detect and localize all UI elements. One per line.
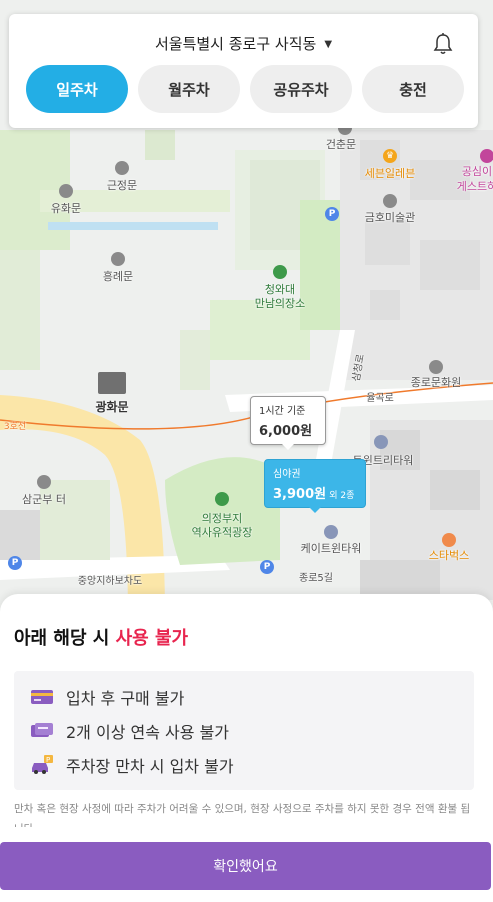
refund-note: 만차 혹은 현장 사정에 따라 주차가 어려울 수 있으며, 현장 사정으로 주…: [14, 803, 471, 827]
convenience-store-icon: ♛: [383, 149, 397, 163]
poi-kt-tower[interactable]: 케이트윈타워: [301, 540, 362, 556]
poi-kumho[interactable]: 금호미술관: [365, 209, 416, 225]
confirm-button[interactable]: 확인했어요: [0, 842, 491, 890]
sheet-title-prefix: 아래 해당 시: [14, 628, 116, 649]
rule-text: 주차장 만차 시 입차 불가: [66, 757, 234, 776]
cafe-icon: [442, 533, 456, 547]
poi-uijeongbu2[interactable]: 역사유적광장: [192, 524, 253, 540]
rule-item: P 주차장 만차 시 입차 불가: [30, 753, 234, 777]
building-icon: [374, 435, 388, 449]
tab-charging[interactable]: 충전: [362, 65, 464, 113]
poi-sarangchae[interactable]: 만남의장소: [255, 295, 306, 311]
palace-gate-icon: [98, 372, 126, 394]
road-jongno5: 종로5길: [299, 573, 333, 584]
rule-item: 2개 이상 연속 사용 불가: [30, 719, 229, 743]
building-icon: [324, 525, 338, 539]
rule-text: 2개 이상 연속 사용 불가: [66, 723, 230, 742]
location-label: 서울특별시 종로구 사직동: [154, 35, 317, 53]
header-card: 서울특별시 종로구 사직동 ▼ 일주차 월주차 공유주차 충전: [9, 14, 478, 128]
subway-line-3: 3호선: [3, 422, 27, 432]
poi-sagunbu[interactable]: 삼군부 터: [22, 491, 66, 507]
poi-seven[interactable]: 세븐일레븐: [365, 165, 416, 181]
parking-icon[interactable]: P: [8, 556, 22, 570]
restriction-sheet: 아래 해당 시 사용 불가 입차 후 구매 불가 2개 이상 연속 사용 불가 …: [0, 594, 493, 902]
poi-starbucks[interactable]: 스타벅스: [429, 547, 469, 563]
callout-extra: 외 2종: [329, 491, 355, 501]
chevron-down-icon: ▼: [324, 39, 333, 50]
parking-icon[interactable]: P: [260, 560, 274, 574]
landmark-icon: [115, 161, 129, 175]
museum-icon: [383, 194, 397, 208]
poi-geunjeongmun[interactable]: 근정문: [107, 177, 137, 193]
park-icon: [215, 492, 229, 506]
poi-guesthouse[interactable]: 게스트하: [457, 178, 493, 194]
price-callout-hourly[interactable]: 1시간 기준 6,000원: [250, 396, 326, 445]
sheet-title-warning: 사용 불가: [115, 628, 189, 649]
poi-yuhwamun[interactable]: 유화문: [51, 200, 81, 216]
callout-price: 6,000원: [259, 424, 313, 439]
landmark-icon: [59, 184, 73, 198]
poi-gongsim[interactable]: 공심이: [462, 163, 492, 179]
parking-icon[interactable]: P: [325, 207, 339, 221]
landmark-icon: [37, 475, 51, 489]
callout-price: 3,900원: [273, 487, 327, 502]
ticket-icon: [30, 721, 54, 741]
svg-text:P: P: [46, 756, 50, 764]
poi-jongno-library[interactable]: 종로문화원: [411, 374, 462, 390]
rules-box: 입차 후 구매 불가 2개 이상 연속 사용 불가 P 주차장 만차 시 입차 …: [14, 671, 474, 790]
callout-caption: 1시간 기준: [259, 406, 306, 417]
poi-geonchunmun[interactable]: 건춘문: [326, 136, 356, 152]
tab-daily[interactable]: 일주차: [26, 65, 128, 113]
road-yulgokro: 율곡로: [366, 393, 394, 404]
sheet-title: 아래 해당 시 사용 불가: [14, 624, 188, 650]
tab-monthly[interactable]: 월주차: [138, 65, 240, 113]
park-icon: [273, 265, 287, 279]
callout-caption: 심야권: [273, 469, 301, 480]
price-callout-night[interactable]: 심야권 3,900원 외 2종: [264, 459, 366, 508]
tab-shared[interactable]: 공유주차: [250, 65, 352, 113]
culture-icon: [429, 360, 443, 374]
location-selector[interactable]: 서울특별시 종로구 사직동 ▼: [9, 33, 478, 54]
landmark-icon: [111, 252, 125, 266]
parking-type-tabs: 일주차 월주차 공유주차 충전: [26, 65, 464, 113]
credit-card-icon: [30, 687, 54, 707]
poi-heungnyemun[interactable]: 흥례문: [103, 268, 133, 284]
rule-item: 입차 후 구매 불가: [30, 685, 184, 709]
poi-gwanghwamun[interactable]: 광화문: [95, 398, 128, 415]
hotel-icon: [480, 149, 493, 163]
car-parking-icon: P: [30, 755, 54, 775]
rule-text: 입차 후 구매 불가: [66, 689, 185, 708]
road-underpass: 중앙지하보차도: [77, 576, 143, 587]
bell-icon[interactable]: [432, 32, 454, 56]
